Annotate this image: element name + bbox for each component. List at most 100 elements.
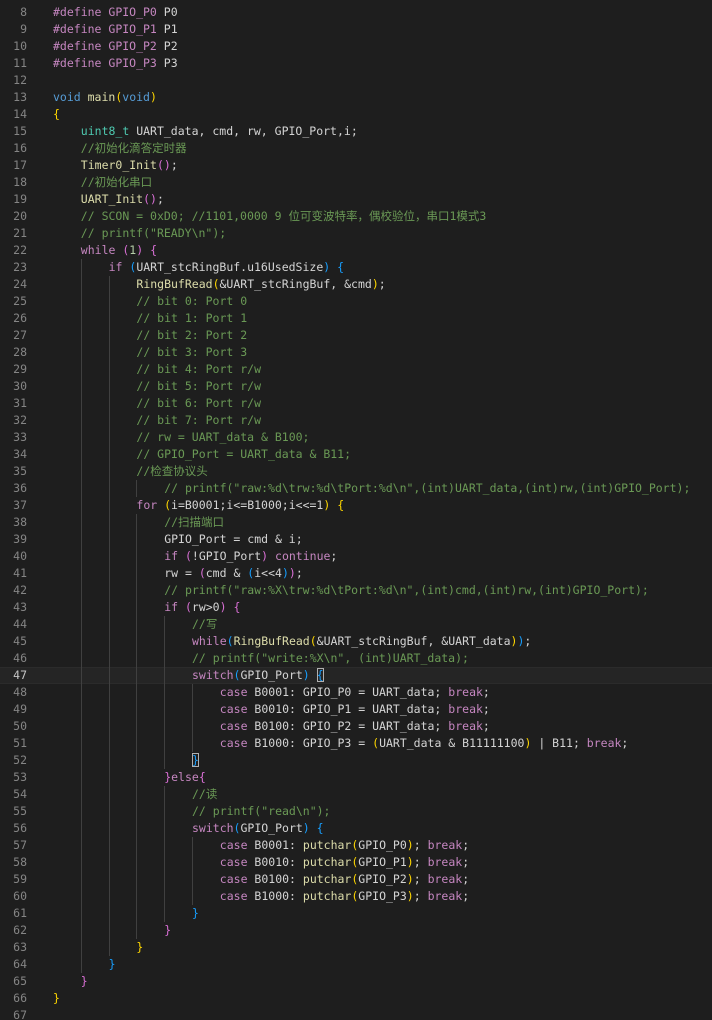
code-line[interactable]: 63} xyxy=(0,939,712,956)
code-line[interactable]: 12 xyxy=(0,72,712,89)
line-number: 47 xyxy=(13,668,27,682)
code-line[interactable]: 32 // bit 7: Port r/w xyxy=(0,412,712,429)
code-line[interactable]: 23 if (UART_stcRingBuf.u16UsedSize) { xyxy=(0,259,712,276)
code-line[interactable]: 17 Timer0_Init(); xyxy=(0,157,712,174)
code-line[interactable]: 61} xyxy=(0,905,712,922)
code-line[interactable]: 46 // printf("write:%X\n", (int)UART_data… xyxy=(0,650,712,667)
code-line[interactable]: 52} xyxy=(0,752,712,769)
code-line[interactable]: 43 if (rw>0) { xyxy=(0,599,712,616)
indent-guide xyxy=(80,599,82,616)
code-line[interactable]: 53}else{ xyxy=(0,769,712,786)
code-line[interactable]: 21 // printf("READY\n"); xyxy=(0,225,712,242)
code-line[interactable]: 36 // printf("raw:%d\trw:%d\tPort:%d\n",(… xyxy=(0,480,712,497)
code-text: for (i=B0001;i<=B1000;i<<=1) { xyxy=(136,497,344,514)
code-line[interactable]: 64} xyxy=(0,956,712,973)
indent-guide xyxy=(80,259,82,276)
code-line[interactable]: 42 // printf("raw:%X\trw:%d\tPort:%d\n",(… xyxy=(0,582,712,599)
code-line[interactable]: 35 //检查协议头 xyxy=(0,463,712,480)
code-token: ; xyxy=(462,838,470,852)
code-line[interactable]: 16 //初始化滴答定时器 xyxy=(0,140,712,157)
code-line[interactable]: 60 case B1000: putchar(GPIO_P3); break; xyxy=(0,888,712,905)
code-line[interactable]: 44 //写 xyxy=(0,616,712,633)
code-token: ) xyxy=(288,566,296,580)
code-text: if (rw>0) { xyxy=(164,599,240,616)
code-line[interactable]: 39 GPIO_Port = cmd & i; xyxy=(0,531,712,548)
code-line[interactable]: 45 while(RingBufRead(&UART_stcRingBuf, &U… xyxy=(0,633,712,650)
code-line[interactable]: 13 void main(void) xyxy=(0,89,712,106)
indent-guide xyxy=(80,310,82,327)
code-line[interactable]: 10 #define GPIO_P2 P2 xyxy=(0,38,712,55)
code-line[interactable]: 38 //扫描端口 xyxy=(0,514,712,531)
code-line[interactable]: 19 UART_Init(); xyxy=(0,191,712,208)
code-text: #define GPIO_P2 P2 xyxy=(53,38,178,55)
indent-guide xyxy=(164,905,166,922)
code-line[interactable]: 26 // bit 1: Port 1 xyxy=(0,310,712,327)
code-line[interactable]: 41 rw = (cmd & (i<<4)); xyxy=(0,565,712,582)
code-line[interactable]: 50 case B0100: GPIO_P2 = UART_data; break… xyxy=(0,718,712,735)
code-text: while(RingBufRead(&UART_stcRingBuf, &UAR… xyxy=(192,633,531,650)
indent-guide xyxy=(80,820,82,837)
code-line[interactable]: 24 RingBufRead(&UART_stcRingBuf, &cmd); xyxy=(0,276,712,293)
code-text: // bit 5: Port r/w xyxy=(136,378,261,395)
indent-guide xyxy=(80,701,82,718)
code-line[interactable]: 8 #define GPIO_P0 P0 xyxy=(0,4,712,21)
code-line[interactable]: 62} xyxy=(0,922,712,939)
code-line[interactable]: 58 case B0010: putchar(GPIO_P1); break; xyxy=(0,854,712,871)
line-number: 27 xyxy=(13,328,27,342)
code-line[interactable]: 56 switch(GPIO_Port) { xyxy=(0,820,712,837)
code-line[interactable]: 28 // bit 3: Port 3 xyxy=(0,344,712,361)
code-line[interactable]: 65} xyxy=(0,973,712,990)
indent-guide xyxy=(80,803,82,820)
indent-guide xyxy=(136,514,138,531)
indent-guide xyxy=(80,463,82,480)
indent-guide xyxy=(108,412,110,429)
code-token: i<<4 xyxy=(254,566,282,580)
indent-guide xyxy=(80,344,82,361)
code-line[interactable]: 55 // printf("read\n"); xyxy=(0,803,712,820)
code-line[interactable]: 11 #define GPIO_P3 P3 xyxy=(0,55,712,72)
code-text: // printf("write:%X\n", (int)UART_data); xyxy=(192,650,469,667)
code-line[interactable]: 33 // rw = UART_data & B100; xyxy=(0,429,712,446)
code-line[interactable]: 54 //读 xyxy=(0,786,712,803)
code-editor[interactable]: 8 #define GPIO_P0 P0 9 #define GPIO_P1 P1 10… xyxy=(0,0,712,1020)
line-number: 21 xyxy=(13,226,27,240)
code-line[interactable]: 47 switch(GPIO_Port) { xyxy=(0,667,712,684)
code-line[interactable]: 29 // bit 4: Port r/w xyxy=(0,361,712,378)
code-line[interactable]: 51 case B1000: GPIO_P3 = (UART_data & B11… xyxy=(0,735,712,752)
code-line[interactable]: 25 // bit 0: Port 0 xyxy=(0,293,712,310)
code-line[interactable]: 9 #define GPIO_P1 P1 xyxy=(0,21,712,38)
code-line[interactable]: 18 //初始化串口 xyxy=(0,174,712,191)
code-line[interactable]: 34 // GPIO_Port = UART_data & B11; xyxy=(0,446,712,463)
code-line[interactable]: 57 case B0001: putchar(GPIO_P0); break; xyxy=(0,837,712,854)
code-token: //写 xyxy=(192,617,218,631)
code-line[interactable]: 27 // bit 2: Port 2 xyxy=(0,327,712,344)
code-text: case B0100: GPIO_P2 = UART_data; break; xyxy=(220,718,490,735)
code-line[interactable]: 67 xyxy=(0,1007,712,1020)
indent-guide xyxy=(80,786,82,803)
code-line[interactable]: 30 // bit 5: Port r/w xyxy=(0,378,712,395)
code-line[interactable]: 37 for (i=B0001;i<=B1000;i<<=1) { xyxy=(0,497,712,514)
code-line[interactable]: 22 while (1) { xyxy=(0,242,712,259)
code-line[interactable]: 48 case B0001: GPIO_P0 = UART_data; break… xyxy=(0,684,712,701)
line-number: 55 xyxy=(13,804,27,818)
code-line[interactable]: 31 // bit 6: Port r/w xyxy=(0,395,712,412)
code-text: #define GPIO_P3 P3 xyxy=(53,55,178,72)
code-line[interactable]: 14 { xyxy=(0,106,712,123)
code-line[interactable]: 59 case B0100: putchar(GPIO_P2); break; xyxy=(0,871,712,888)
code-text: rw = (cmd & (i<<4)); xyxy=(164,565,303,582)
code-line[interactable]: 66} xyxy=(0,990,712,1007)
line-number: 25 xyxy=(13,294,27,308)
code-line[interactable]: 15 uint8_t UART_data, cmd, rw, GPIO_Port,… xyxy=(0,123,712,140)
code-line[interactable]: 40 if (!GPIO_Port) continue; xyxy=(0,548,712,565)
indent-guide xyxy=(108,735,110,752)
code-line[interactable]: 20 // SCON = 0xD0; //1101,0000 9 位可变波特率，偶… xyxy=(0,208,712,225)
code-token: RingBufRead xyxy=(136,277,213,291)
code-token: case xyxy=(219,702,255,716)
code-token: putchar xyxy=(302,889,352,903)
code-line[interactable]: 49 case B0010: GPIO_P1 = UART_data; break… xyxy=(0,701,712,718)
code-token: else xyxy=(171,770,199,784)
line-number: 29 xyxy=(13,362,27,376)
code-token: putchar xyxy=(302,872,352,886)
code-token: B0100: GPIO_P2 = UART_data; xyxy=(254,719,449,733)
indent-guide xyxy=(108,310,110,327)
